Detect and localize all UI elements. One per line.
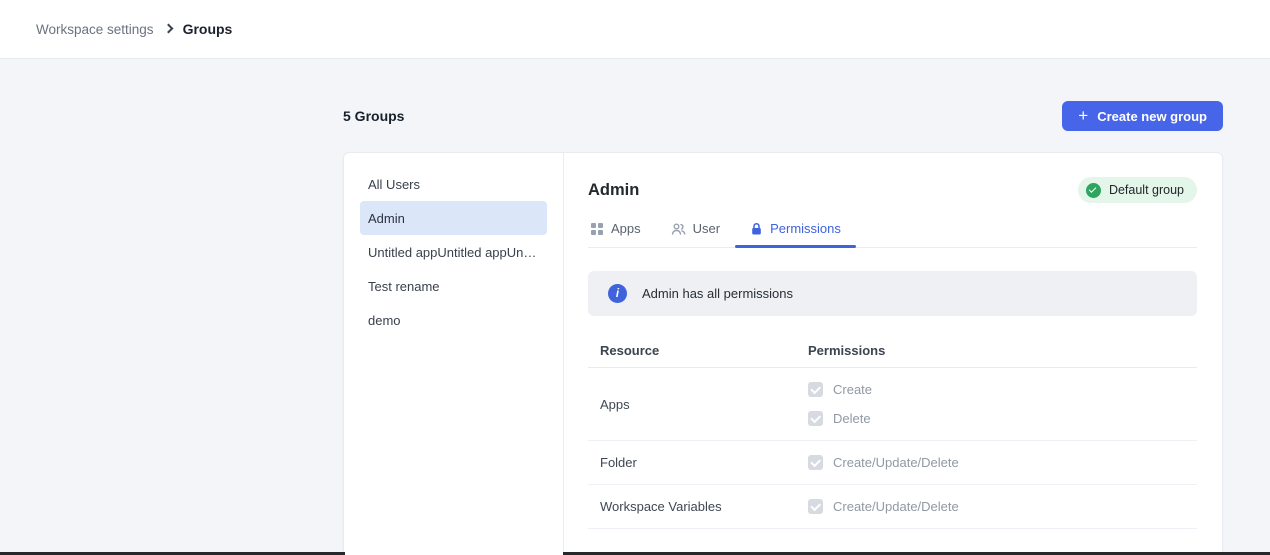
- permission-label: Create: [833, 382, 872, 397]
- tab-user-label: User: [693, 221, 720, 236]
- breadcrumb: Workspace settings Groups: [36, 21, 232, 37]
- checkbox-checked-icon: [808, 382, 823, 397]
- apps-grid-icon: [590, 222, 604, 236]
- tab-permissions-label: Permissions: [770, 221, 841, 236]
- tab-permissions[interactable]: Permissions: [735, 221, 856, 247]
- tab-apps[interactable]: Apps: [588, 221, 656, 247]
- group-item-label: Admin: [368, 211, 405, 226]
- permission-item-folder-cud: Create/Update/Delete: [808, 455, 1197, 470]
- table-row-workspace-variables: Workspace Variables Create/Update/Delete: [588, 485, 1197, 529]
- check-circle-icon: [1086, 183, 1101, 198]
- group-detail-tabs: Apps User: [588, 221, 1197, 248]
- group-detail-panel: Admin Default group: [564, 153, 1222, 555]
- group-list-item-untitled-app[interactable]: Untitled appUntitled appUntitle…: [360, 235, 547, 269]
- groups-panel: All Users Admin Untitled appUntitled app…: [343, 152, 1223, 555]
- permission-label: Delete: [833, 411, 871, 426]
- group-list-item-test-rename[interactable]: Test rename: [360, 269, 547, 303]
- permission-item-create: Create: [808, 382, 1197, 397]
- permission-label: Create/Update/Delete: [833, 499, 959, 514]
- default-group-badge: Default group: [1078, 177, 1197, 203]
- table-row-folder: Folder Create/Update/Delete: [588, 441, 1197, 485]
- create-new-group-button[interactable]: + Create new group: [1062, 101, 1223, 131]
- resource-label: Folder: [588, 455, 808, 470]
- users-icon: [671, 222, 686, 236]
- checkbox-checked-icon: [808, 499, 823, 514]
- column-header-resource: Resource: [588, 343, 808, 358]
- group-detail-header: Admin Default group: [588, 175, 1197, 205]
- chevron-right-icon: [163, 24, 173, 34]
- breadcrumb-workspace-settings[interactable]: Workspace settings: [36, 22, 154, 37]
- info-icon: i: [608, 284, 627, 303]
- permissions-table: Resource Permissions Apps Create: [588, 334, 1197, 529]
- group-title: Admin: [588, 181, 639, 200]
- screen: Workspace settings Groups 5 Groups + Cre…: [0, 0, 1270, 555]
- tab-user[interactable]: User: [656, 221, 735, 247]
- plus-icon: +: [1078, 107, 1088, 124]
- info-banner-text: Admin has all permissions: [642, 286, 793, 301]
- groups-count-label: 5 Groups: [343, 108, 404, 124]
- group-item-label: demo: [368, 313, 401, 328]
- permission-item-workspace-variables-cud: Create/Update/Delete: [808, 499, 1197, 514]
- tab-apps-label: Apps: [611, 221, 641, 236]
- permission-label: Create/Update/Delete: [833, 455, 959, 470]
- permissions-info-banner: i Admin has all permissions: [588, 271, 1197, 316]
- page-head: 5 Groups + Create new group: [343, 101, 1223, 131]
- group-item-label: Test rename: [368, 279, 440, 294]
- checkbox-checked-icon: [808, 411, 823, 426]
- top-header: Workspace settings Groups: [0, 0, 1270, 59]
- group-list-item-all-users[interactable]: All Users: [360, 167, 547, 201]
- breadcrumb-groups: Groups: [183, 21, 233, 37]
- group-item-label: All Users: [368, 177, 420, 192]
- column-header-permissions: Permissions: [808, 343, 1197, 358]
- create-new-group-label: Create new group: [1097, 109, 1207, 124]
- resource-label: Workspace Variables: [588, 499, 808, 514]
- groups-page: 5 Groups + Create new group All Users Ad…: [343, 59, 1223, 555]
- lock-icon: [750, 222, 763, 236]
- group-item-label: Untitled appUntitled appUntitle…: [368, 245, 539, 260]
- resource-label: Apps: [588, 397, 808, 412]
- table-row-apps: Apps Create Delete: [588, 368, 1197, 441]
- permission-item-delete: Delete: [808, 411, 1197, 426]
- checkbox-checked-icon: [808, 455, 823, 470]
- group-list-item-admin[interactable]: Admin: [360, 201, 547, 235]
- default-group-badge-label: Default group: [1109, 183, 1184, 197]
- group-list-item-demo[interactable]: demo: [360, 303, 547, 337]
- table-header-row: Resource Permissions: [588, 334, 1197, 368]
- group-list: All Users Admin Untitled appUntitled app…: [344, 153, 564, 555]
